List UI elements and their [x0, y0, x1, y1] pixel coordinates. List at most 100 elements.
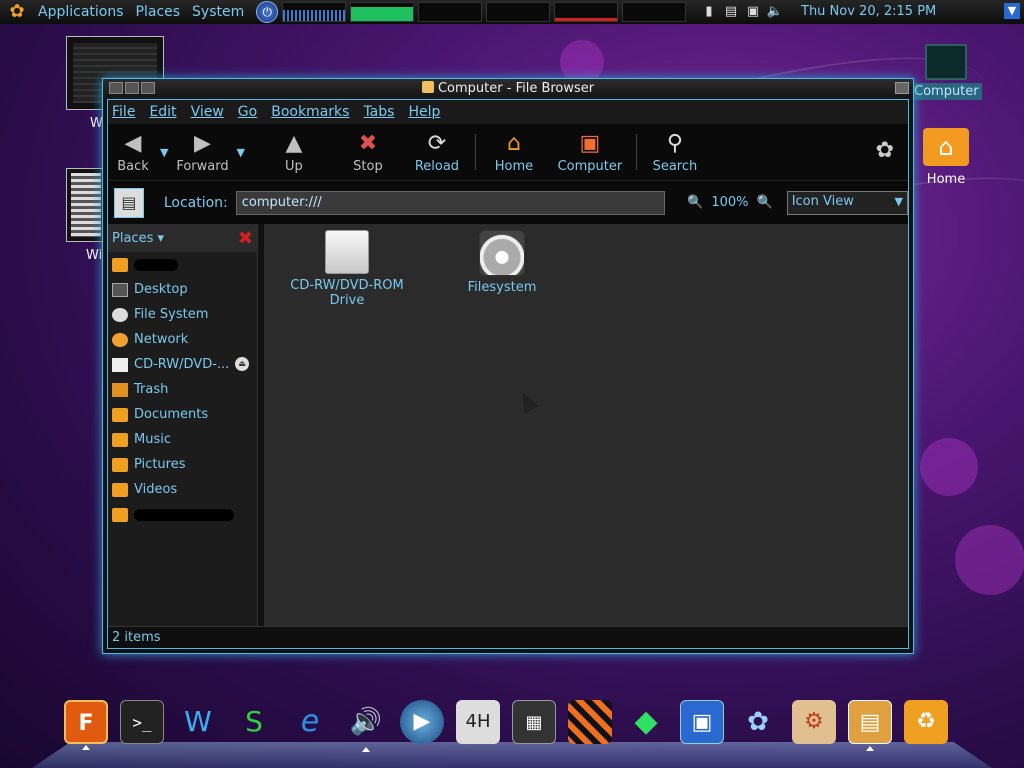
places-sidebar: Places ▾ ✖ Desktop File System Network C…	[108, 224, 258, 626]
sidebar-item-documents[interactable]: Documents	[108, 402, 257, 427]
zoom-level[interactable]: 100%	[711, 195, 748, 210]
trash-icon	[112, 382, 128, 397]
trash-launcher-icon[interactable]: ♻	[904, 700, 948, 744]
desktop-icon-label: Computer	[911, 83, 982, 100]
package-launcher-icon[interactable]: ⚙	[792, 700, 836, 744]
sidebar-item-desktop[interactable]: Desktop	[108, 277, 257, 302]
back-history-dropdown[interactable]: ▼	[160, 146, 168, 159]
sidebar-item-trash[interactable]: Trash	[108, 377, 257, 402]
sidebar-item-pictures[interactable]: Pictures	[108, 452, 257, 477]
menu-system[interactable]: System	[186, 4, 250, 20]
window-list-icon[interactable]: ▼	[1004, 3, 1020, 19]
location-bar: ▤ Location: 🔍 100% 🔍 Icon View ▼	[108, 180, 908, 224]
power-icon[interactable]: ⏻	[256, 1, 279, 23]
striped-app-launcher-icon[interactable]	[568, 700, 612, 744]
speaker-launcher-icon[interactable]: 🔊	[344, 700, 388, 752]
location-label: Location:	[163, 194, 228, 211]
up-button[interactable]: ▲ Up	[269, 127, 319, 177]
folder-icon	[112, 457, 128, 472]
window-close-button[interactable]	[895, 82, 909, 94]
folder-icon	[112, 507, 128, 522]
terminal-launcher-icon[interactable]: >_	[120, 700, 164, 744]
window-manager-launcher-icon[interactable]: ▣	[680, 700, 724, 744]
home-button[interactable]: ⌂ Home	[484, 127, 544, 177]
forward-button[interactable]: ▶ Forward	[172, 127, 232, 177]
location-input[interactable]	[235, 190, 666, 215]
menu-places[interactable]: Places	[130, 4, 187, 20]
icon-view[interactable]: CD-RW/DVD-ROM Drive Filesystem	[264, 224, 908, 626]
battery-icon[interactable]: ▮	[700, 2, 718, 22]
menu-edit[interactable]: Edit	[149, 104, 176, 120]
sidebar-item-music[interactable]: Music	[108, 427, 257, 452]
close-sidebar-icon[interactable]: ✖	[238, 228, 253, 249]
file-browser-window: Computer - File Browser File Edit View G…	[102, 78, 914, 654]
file-icon-filesystem[interactable]: Filesystem	[437, 230, 567, 295]
drive-icon	[421, 81, 434, 93]
folder-icon	[112, 432, 128, 447]
menu-help[interactable]: Help	[408, 104, 440, 120]
chevron-down-icon: ▼	[894, 194, 903, 208]
menu-file[interactable]: File	[112, 104, 135, 120]
reload-icon: ⟳	[427, 130, 447, 156]
system-settings-launcher-icon[interactable]: 4H	[456, 700, 500, 744]
view-mode-select[interactable]: Icon View ▼	[786, 190, 908, 215]
forward-history-dropdown[interactable]: ▼	[236, 146, 244, 159]
desktop-window-thumbnail[interactable]	[66, 168, 106, 242]
network-icon[interactable]: ▣	[744, 2, 762, 22]
reload-button[interactable]: ⟳ Reload	[407, 127, 467, 177]
window-titlebar[interactable]: Computer - File Browser	[103, 79, 913, 99]
menu-applications[interactable]: Applications	[32, 4, 130, 20]
sidebar-item-bookmark[interactable]	[108, 502, 257, 527]
eject-icon[interactable]: ⏏	[235, 357, 249, 371]
clock[interactable]: Thu Nov 20, 2:15 PM	[801, 4, 936, 19]
gem-launcher-icon[interactable]: ◆	[624, 700, 668, 744]
calculator-launcher-icon[interactable]: ▦	[512, 700, 556, 744]
sidebar-item-videos[interactable]: Videos	[108, 477, 257, 502]
volume-icon[interactable]: 🔈	[766, 2, 784, 22]
sidebar-item-network[interactable]: Network	[108, 327, 257, 352]
network-app-launcher-icon[interactable]: ✿	[736, 700, 780, 744]
hard-disk-icon	[479, 230, 525, 276]
media-player-launcher-icon[interactable]: ▶	[400, 700, 444, 744]
gnome-foot-icon[interactable]: ✿	[6, 1, 28, 23]
computer-button[interactable]: ▣ Computer	[552, 127, 628, 177]
window-body: File Edit View Go Bookmarks Tabs Help ◀ …	[107, 99, 909, 649]
menubar: File Edit View Go Bookmarks Tabs Help	[108, 100, 908, 124]
browser-launcher-icon[interactable]: e	[288, 700, 332, 744]
desktop-icon-label: Home	[926, 172, 966, 187]
status-bar: 2 items	[108, 626, 908, 648]
cpu-freq-icon[interactable]: ▤	[722, 2, 740, 22]
sidebar-item-home[interactable]	[108, 252, 257, 277]
bg-bubble	[955, 525, 1024, 595]
search-icon: ⚲	[666, 130, 683, 156]
menu-bookmarks[interactable]: Bookmarks	[271, 104, 349, 120]
file-icon-cdrom-drive[interactable]: CD-RW/DVD-ROM Drive	[282, 230, 412, 308]
spreadsheet-launcher-icon[interactable]: S	[232, 700, 276, 744]
sidebar-pane-select[interactable]: Places ▾	[112, 231, 164, 246]
menu-go[interactable]: Go	[238, 104, 257, 120]
back-button[interactable]: ◀ Back	[110, 127, 156, 177]
firefox-launcher-icon[interactable]: F	[64, 700, 108, 750]
search-button[interactable]: ⚲ Search	[645, 127, 705, 177]
stop-button[interactable]: ✖ Stop	[343, 127, 393, 177]
arrow-up-icon: ▲	[285, 130, 303, 156]
stop-icon: ✖	[358, 130, 378, 156]
sidebar-item-cdrom[interactable]: CD-RW/DVD-... ⏏	[108, 352, 257, 377]
toolbar-separator	[474, 134, 476, 170]
menu-tabs[interactable]: Tabs	[363, 104, 394, 120]
zoom-out-icon[interactable]: 🔍	[687, 195, 703, 210]
zoom-in-icon[interactable]: 🔍	[757, 195, 773, 210]
menu-view[interactable]: View	[191, 104, 224, 120]
content-area: Places ▾ ✖ Desktop File System Network C…	[108, 224, 908, 626]
computer-monitor-icon	[925, 44, 967, 80]
file-manager-launcher-icon[interactable]: ▤	[848, 700, 892, 751]
sidebar-item-file-system[interactable]: File System	[108, 302, 257, 327]
desktop-icon	[112, 282, 128, 297]
swap-monitor	[486, 2, 551, 22]
desktop-icon-home[interactable]: ⌂ Home	[911, 128, 981, 187]
load-monitor	[554, 2, 619, 22]
desktop-icon-computer[interactable]: Computer	[911, 44, 982, 100]
toggle-location-entry-icon[interactable]: ▤	[114, 187, 144, 218]
text-editor-launcher-icon[interactable]: W	[176, 700, 220, 744]
optical-drive-icon	[325, 230, 369, 274]
